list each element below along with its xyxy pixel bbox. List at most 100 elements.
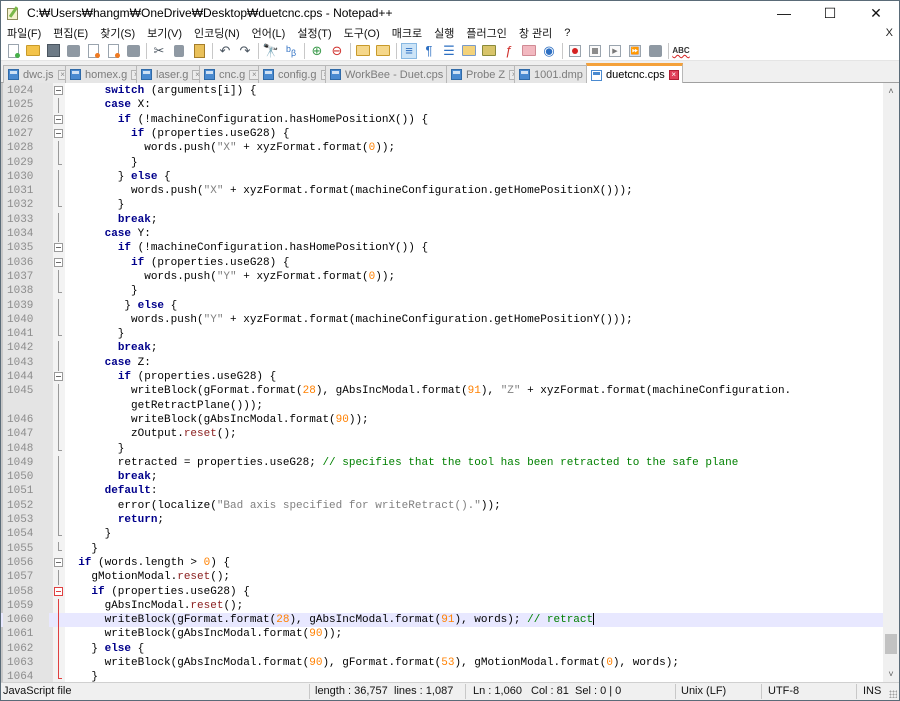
code-text[interactable]: gMotionModal.reset(); [65,570,230,584]
open-file-icon[interactable] [25,43,41,59]
code-line[interactable]: 1038 } [1,284,883,298]
code-line[interactable]: 1042 break; [1,341,883,357]
code-line[interactable]: getRetractPlane())); [1,398,883,414]
code-text[interactable]: writeBlock(gFormat.format(28), gAbsIncMo… [65,384,791,398]
code-text[interactable]: } [65,156,138,170]
indent-guide-icon[interactable]: ☰ [441,43,457,59]
close-file-icon[interactable] [85,43,101,59]
stop-recording-icon[interactable] [587,43,603,59]
tab-close-icon[interactable]: × [668,70,679,80]
code-text[interactable]: break; [65,341,158,355]
code-editor[interactable]: 1024 switch (arguments[i]) {1025 case X:… [1,83,899,682]
menu-run[interactable]: 실행 [428,25,460,41]
code-line[interactable]: 1059 gAbsIncModal.reset(); [1,598,883,614]
code-line[interactable]: 1044 if (properties.useG28) { [1,370,883,384]
menu-edit[interactable]: 편집(E) [47,25,94,41]
code-line[interactable]: 1051 default: [1,484,883,500]
code-text[interactable]: words.push("Y" + xyzFormat.format(machin… [65,313,633,327]
scroll-down-icon[interactable]: ˅ [883,666,899,682]
close-document-button[interactable]: X [886,27,893,39]
code-text[interactable]: if (properties.useG28) { [65,585,249,599]
menu-tools[interactable]: 도구(O) [338,25,386,41]
record-macro-icon[interactable] [567,43,583,59]
code-line[interactable]: 1032 } [1,198,883,212]
editor-lines[interactable]: 1024 switch (arguments[i]) {1025 case X:… [1,83,883,682]
minimize-button[interactable]: — [761,1,807,25]
tab-homex-g[interactable]: homex.g × [65,65,146,83]
fold-collapse-icon[interactable] [54,586,63,596]
close-all-icon[interactable] [105,43,121,59]
code-line[interactable]: 1052 error(localize("Bad axis specified … [1,498,883,514]
code-text[interactable]: default: [65,484,158,498]
sync-vertical-icon[interactable] [355,43,371,59]
code-line[interactable]: 1041 } [1,327,883,341]
code-text[interactable]: if (!machineConfiguration.hasHomePositio… [65,113,428,127]
new-file-icon[interactable] [5,43,21,59]
code-line[interactable]: 1036 if (properties.useG28) { [1,256,883,270]
code-text[interactable]: gAbsIncModal.reset(); [65,599,244,613]
print-icon[interactable] [125,43,141,59]
code-text[interactable]: error(localize("Bad axis specified for w… [65,499,501,513]
undo-icon[interactable]: ↶ [217,43,233,59]
code-line[interactable]: 1040 words.push("Y" + xyzFormat.format(m… [1,312,883,328]
playback-macro-icon[interactable]: ▶ [607,43,623,59]
function-list-icon[interactable]: ƒ [501,43,517,59]
code-text[interactable]: getRetractPlane())); [65,399,263,413]
tab-dwc-js[interactable]: dwc.js × [3,65,72,83]
code-line[interactable]: 1064 } [1,670,883,682]
current-code-line[interactable]: 1060 writeBlock(gFormat.format(28), gAbs… [1,613,883,629]
code-text[interactable]: words.push("Y" + xyzFormat.format(0)); [65,270,395,284]
scrollbar-thumb[interactable] [885,634,897,654]
menu-encoding[interactable]: 인코딩(N) [188,25,246,41]
sync-horizontal-icon[interactable] [375,43,391,59]
tab-config-g[interactable]: config.g × [258,65,335,83]
fold-collapse-icon[interactable] [54,257,63,267]
fold-collapse-icon[interactable] [54,128,63,138]
code-line[interactable]: 1047 zOutput.reset(); [1,427,883,443]
code-text[interactable]: case Y: [65,227,151,241]
code-line[interactable]: 1045 writeBlock(gFormat.format(28), gAbs… [1,384,883,400]
code-line[interactable]: 1056 if (words.length > 0) { [1,556,883,570]
menu-language[interactable]: 언어(L) [246,25,292,41]
redo-icon[interactable]: ↷ [237,43,253,59]
code-text[interactable]: break; [65,213,158,227]
menu-settings[interactable]: 설정(T) [291,25,337,41]
folder-as-workspace-icon[interactable] [521,43,537,59]
run-macro-multiple-icon[interactable]: ⏩ [627,43,643,59]
tab-workbee-duet-cps[interactable]: WorkBee - Duet.cps × [325,65,462,83]
code-text[interactable]: case Z: [65,356,151,370]
code-line[interactable]: 1061 writeBlock(gAbsIncModal.format(90))… [1,627,883,643]
code-line[interactable]: 1029 } [1,155,883,170]
resize-grip[interactable] [889,690,897,698]
code-text[interactable]: } else { [65,299,177,313]
status-encoding[interactable]: UTF-8 [768,685,799,697]
code-text[interactable]: words.push("X" + xyzFormat.format(0)); [65,141,395,155]
code-line[interactable]: 1024 switch (arguments[i]) { [1,84,883,98]
code-line[interactable]: 1030 } else { [1,169,883,185]
code-line[interactable]: 1037 words.push("Y" + xyzFormat.format(0… [1,269,883,285]
code-text[interactable]: } [65,527,112,541]
code-line[interactable]: 1033 break; [1,212,883,228]
code-text[interactable]: if (properties.useG28) { [65,256,289,270]
code-line[interactable]: 1062 } else { [1,641,883,657]
code-line[interactable]: 1048 } [1,441,883,456]
code-text[interactable]: words.push("X" + xyzFormat.format(machin… [65,184,633,198]
fold-collapse-icon[interactable] [54,557,63,567]
code-line[interactable]: 1055 } [1,541,883,556]
document-map-icon[interactable] [481,43,497,59]
code-text[interactable]: } else { [65,642,144,656]
code-text[interactable]: } [65,442,125,456]
code-text[interactable]: } [65,542,98,556]
code-line[interactable]: 1025 case X: [1,98,883,114]
save-icon[interactable] [45,43,61,59]
menu-view[interactable]: 보기(V) [141,25,188,41]
menu-help[interactable]: ? [558,27,576,39]
code-line[interactable]: 1057 gMotionModal.reset(); [1,570,883,586]
word-wrap-icon[interactable]: ≡ [401,42,417,59]
code-line[interactable]: 1046 writeBlock(gAbsIncModal.format(90))… [1,412,883,428]
zoom-out-icon[interactable]: ⊖ [329,43,345,59]
status-insert-mode[interactable]: INS [863,685,881,697]
code-line[interactable]: 1053 return; [1,513,883,528]
code-line[interactable]: 1027 if (properties.useG28) { [1,127,883,141]
close-button[interactable]: ✕ [853,1,899,25]
